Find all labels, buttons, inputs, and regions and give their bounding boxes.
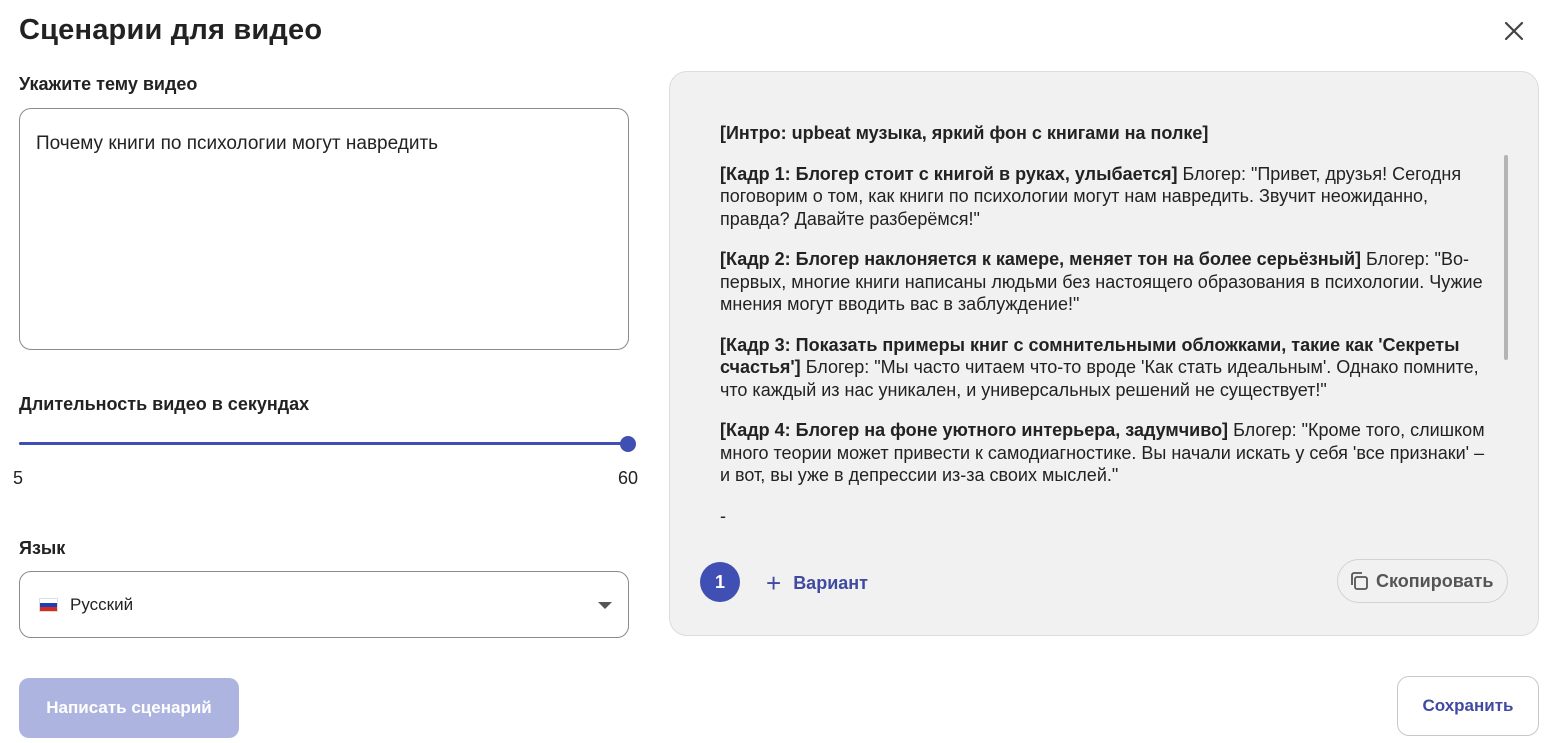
script-paragraph: [Кадр 4: Блогер на фоне уютного интерьер…	[720, 419, 1490, 487]
scene-direction: [Кадр 2: Блогер наклоняется к камере, ме…	[720, 249, 1362, 269]
save-button[interactable]: Сохранить	[1397, 676, 1539, 736]
script-paragraph: -	[720, 505, 1490, 528]
script-paragraph: [Кадр 1: Блогер стоит с книгой в руках, …	[720, 163, 1490, 231]
chevron-down-icon	[598, 602, 612, 609]
scrollbar[interactable]	[1504, 122, 1508, 542]
add-variant-label: Вариант	[793, 572, 868, 593]
script-text: [Интро: upbeat музыка, яркий фон с книга…	[720, 122, 1490, 542]
copy-icon	[1351, 572, 1368, 590]
language-value: Русский	[70, 595, 134, 614]
write-script-button[interactable]: Написать сценарий	[19, 678, 239, 738]
language-select[interactable]: Русский	[19, 571, 629, 638]
scroll-thumb[interactable]	[1504, 155, 1508, 360]
scene-dialogue: Блогер: "Мы часто читаем что-то вроде 'К…	[720, 357, 1479, 400]
russia-flag-icon	[39, 598, 58, 612]
plus-icon: +	[766, 568, 782, 598]
slider-fill	[19, 442, 625, 445]
copy-button[interactable]: Скопировать	[1337, 559, 1508, 603]
language-label: Язык	[19, 538, 66, 558]
close-button[interactable]	[1500, 17, 1528, 45]
scene-direction: [Кадр 4: Блогер на фоне уютного интерьер…	[720, 420, 1229, 440]
topic-input[interactable]	[19, 108, 629, 350]
duration-label: Длительность видео в секундах	[19, 394, 310, 414]
topic-label: Укажите тему видео	[19, 74, 198, 94]
slider-max-value: 60	[618, 468, 639, 488]
script-paragraph: [Интро: upbeat музыка, яркий фон с книга…	[720, 122, 1490, 145]
slider-thumb[interactable]	[620, 436, 636, 452]
copy-label: Скопировать	[1376, 570, 1494, 591]
scene-direction: [Кадр 1: Блогер стоит с книгой в руках, …	[720, 163, 1178, 184]
slider-min-value: 5	[13, 468, 24, 488]
script-paragraph: [Кадр 2: Блогер наклоняется к камере, ме…	[720, 248, 1490, 316]
variant-number-badge[interactable]: 1	[700, 562, 740, 602]
duration-slider[interactable]	[19, 434, 636, 454]
add-variant-button[interactable]: + Вариант	[766, 570, 868, 596]
flag-stripe	[40, 606, 57, 611]
scene-dialogue: -	[720, 505, 726, 526]
scene-direction: [Интро: upbeat музыка, яркий фон с книга…	[720, 123, 1209, 143]
script-paragraph: [Кадр 3: Показать примеры книг с сомните…	[720, 334, 1490, 402]
close-icon	[1504, 21, 1524, 41]
script-result-panel: [Интро: upbeat музыка, яркий фон с книга…	[669, 71, 1539, 636]
page-title: Сценарии для видео	[19, 14, 323, 46]
